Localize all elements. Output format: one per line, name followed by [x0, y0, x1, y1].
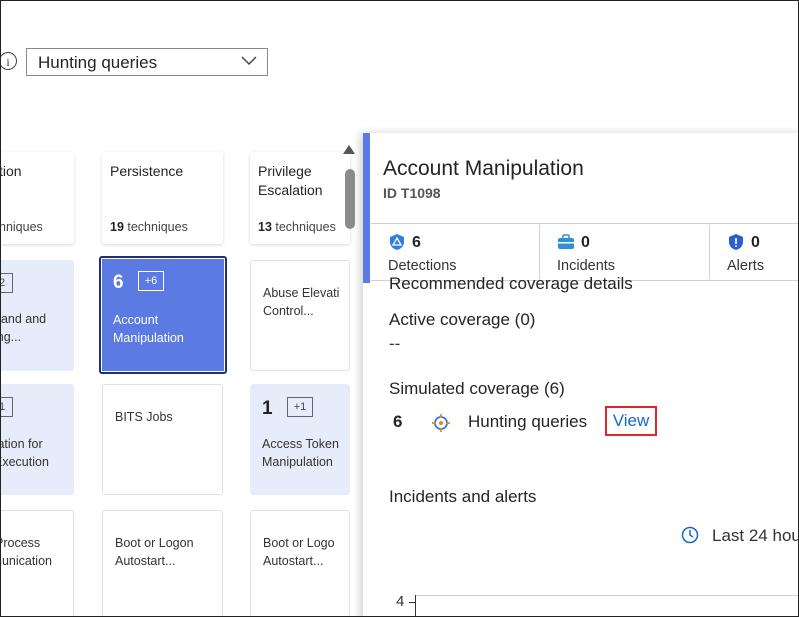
simulated-coverage-row: 6 Hunting queries View: [389, 406, 709, 436]
incident-briefcase-icon: [558, 234, 574, 249]
tactic-title: Privilege Escalation: [258, 163, 323, 198]
chart-y-tick-label: 4: [396, 593, 405, 610]
view-link[interactable]: View: [605, 406, 657, 436]
tactic-header-persistence[interactable]: Persistence 19 techniques: [102, 152, 223, 244]
technique-tile[interactable]: Boot or Logon Autostart...: [102, 510, 223, 616]
technique-tile[interactable]: 1 tation for Execution: [1, 384, 74, 495]
technique-name-line: Abuse Elevati: [263, 286, 340, 300]
coverage-badge: 2: [1, 273, 13, 293]
technique-name-line: Boot or Logo: [263, 536, 335, 550]
stat-value: 0: [581, 234, 590, 251]
divider: [539, 225, 540, 279]
scrollbar-thumb[interactable]: [345, 169, 355, 229]
hunting-query-crosshair-icon: [432, 414, 450, 432]
technique-name-line: ing...: [1, 330, 22, 344]
technique-name-line: Autostart...: [115, 554, 176, 568]
panel-title: Account Manipulation: [383, 157, 584, 180]
scroll-up-arrow-icon[interactable]: [343, 145, 355, 154]
incidents-alerts-heading: Incidents and alerts: [389, 487, 537, 506]
tactic-title: Persistence: [110, 163, 184, 179]
stat-value: 0: [751, 234, 760, 251]
technique-name-line: Manipulation: [262, 455, 333, 469]
simulated-count: 6: [393, 412, 403, 431]
active-coverage-empty: --: [389, 334, 401, 353]
tactic-technique-count: 19 techniques: [110, 220, 188, 234]
active-coverage-heading: Active coverage (0): [389, 310, 536, 329]
alert-shield-icon: [729, 234, 743, 250]
simulated-coverage-heading: Simulated coverage (6): [389, 379, 565, 398]
stat-value: 6: [412, 234, 421, 251]
technique-tile-account-manipulation[interactable]: 6 +6 Account Manipulation: [99, 256, 227, 374]
technique-name-line: hand and: [0, 312, 47, 326]
technique-details-panel: Account Manipulation ID T1098 6 Detectio…: [363, 133, 798, 616]
stat-alerts[interactable]: 0 Alerts: [727, 225, 798, 279]
chart-y-axis: [415, 595, 416, 616]
clock-icon[interactable]: [681, 526, 699, 544]
technique-tile[interactable]: 1 +1 Access Token Manipulation: [250, 384, 350, 495]
technique-name-line: Process: [1, 536, 41, 550]
stat-label: Incidents: [557, 258, 616, 274]
technique-name-line: nunication: [0, 554, 52, 568]
technique-tile[interactable]: Boot or Logo Autostart...: [250, 510, 350, 616]
technique-name-line: BITS Jobs: [115, 410, 173, 424]
stat-detections[interactable]: 6 Detections: [388, 225, 538, 279]
technique-id: ID T1098: [383, 185, 441, 201]
data-source-dropdown[interactable]: Hunting queries: [26, 48, 268, 76]
divider: [709, 225, 710, 279]
chart-y-tick: [409, 602, 415, 603]
technique-name-line: Access Token: [262, 437, 339, 451]
stat-label: Alerts: [727, 258, 765, 274]
technique-name-line: tation for: [1, 437, 43, 451]
stat-incidents[interactable]: 0 Incidents: [557, 225, 707, 279]
technique-tile[interactable]: BITS Jobs: [102, 384, 223, 495]
tactic-technique-count: nniques: [0, 220, 43, 234]
detection-count: 1: [262, 398, 273, 419]
coverage-badge: +1: [287, 397, 313, 417]
divider: [371, 223, 798, 224]
panel-accent-bar: [363, 133, 370, 283]
detection-count: 6: [113, 272, 124, 293]
chevron-down-icon: [241, 56, 257, 66]
simulated-source-label: Hunting queries: [468, 412, 588, 431]
info-icon[interactable]: i: [1, 52, 17, 70]
tactic-technique-count: 13 techniques: [258, 220, 336, 234]
detection-shield-icon: [390, 234, 404, 250]
stat-label: Detections: [388, 258, 457, 274]
technique-tile[interactable]: Process nunication: [0, 510, 74, 616]
technique-name-line: Autostart...: [263, 554, 324, 568]
technique-name-line: Execution: [1, 455, 49, 469]
tactic-header-privilege-escalation[interactable]: Privilege Escalation 13 techniques: [250, 152, 350, 244]
app-window: i Hunting queries tion nniques Persisten…: [0, 0, 799, 617]
technique-tile[interactable]: 2 hand and ing...: [0, 260, 74, 371]
time-range-selector[interactable]: Last 24 hou: [712, 526, 798, 546]
coverage-badge: +6: [138, 271, 164, 291]
coverage-badge: 1: [1, 397, 13, 417]
chart-gridline: [415, 595, 798, 596]
dropdown-value: Hunting queries: [38, 53, 158, 72]
technique-tile[interactable]: Abuse Elevati Control...: [250, 260, 350, 371]
recommended-coverage-heading: Recommended coverage details: [389, 276, 633, 293]
technique-name-line: Boot or Logon: [115, 536, 194, 550]
tactic-title: tion: [0, 163, 22, 179]
technique-name-line: Control...: [263, 304, 314, 318]
technique-name-line: Account: [113, 313, 159, 327]
tactic-header-tile[interactable]: tion nniques: [0, 152, 74, 244]
technique-name-line: Manipulation: [113, 331, 184, 345]
